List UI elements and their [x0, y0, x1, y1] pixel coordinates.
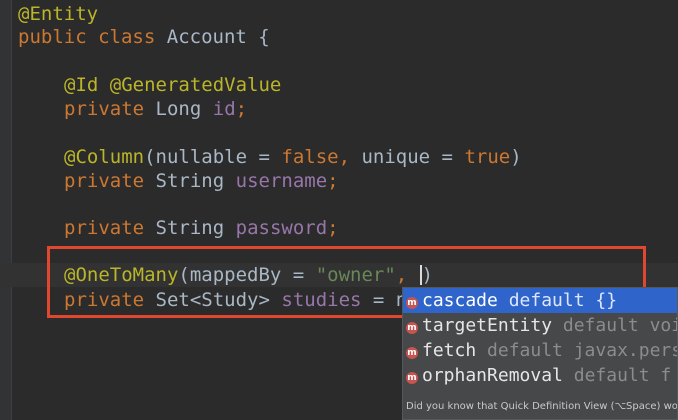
- field-type: String: [155, 170, 225, 192]
- field-type: String: [155, 217, 225, 239]
- equals: =: [430, 146, 465, 168]
- equals: =: [247, 146, 282, 168]
- column-annotation: @Column: [64, 146, 145, 168]
- completion-item-fetch[interactable]: mfetch default javax.persist: [403, 338, 677, 363]
- method-icon: m: [406, 347, 418, 359]
- code-line-4: private Long id;: [64, 97, 247, 121]
- code-line-7: private String password;: [64, 216, 339, 240]
- semicolon: ;: [327, 170, 339, 192]
- field-name: password: [235, 217, 328, 239]
- completion-detail: default f: [562, 365, 672, 386]
- autocomplete-popup[interactable]: m cascade default {} m targetEntity defaul…: [402, 287, 678, 420]
- field-name: id: [212, 98, 236, 120]
- semicolon: ;: [327, 217, 339, 239]
- completion-name: orphanRemoval: [422, 365, 563, 386]
- field-type: Long: [155, 98, 202, 120]
- value-false: false: [281, 146, 339, 168]
- field-name: username: [235, 170, 328, 192]
- quick-definition-hint: Did you know that Quick Definition View …: [403, 395, 677, 419]
- open-paren: (: [144, 146, 156, 168]
- code-line-6: private String username;: [64, 169, 339, 193]
- param-nullable: nullable: [155, 146, 248, 168]
- private-keyword: private: [64, 170, 145, 192]
- entity-annotation: @Entity: [18, 3, 99, 25]
- method-icon: m: [406, 297, 418, 309]
- completion-item-cascade[interactable]: m cascade default {}: [403, 288, 677, 313]
- public-keyword: public: [18, 26, 87, 48]
- completion-item-orphan-removal[interactable]: m orphanRemoval default f: [403, 363, 677, 388]
- class-name: Account: [166, 26, 247, 48]
- value-true: true: [464, 146, 511, 168]
- code-line-1: @Entity: [18, 2, 98, 26]
- completion-name: cascade: [422, 290, 498, 311]
- private-keyword: private: [64, 217, 145, 239]
- open-brace: {: [258, 26, 270, 48]
- completion-detail: default {}: [497, 290, 618, 311]
- generated-value-annotation: @GeneratedValue: [109, 74, 282, 96]
- id-annotation: @Id: [64, 74, 99, 96]
- class-keyword: class: [98, 26, 156, 48]
- completion-name: targetEntity: [422, 315, 553, 336]
- completion-detail: default void: [562, 315, 677, 336]
- semicolon: ;: [235, 98, 248, 120]
- close-paren: ): [510, 146, 522, 168]
- code-line-3: @Id @GeneratedValue: [64, 73, 281, 97]
- comma: ,: [338, 146, 362, 168]
- completion-item-target-entity[interactable]: m targetEntity default void: [403, 313, 677, 338]
- method-icon: m: [406, 372, 418, 384]
- completion-detail: default javax.persist: [487, 340, 677, 361]
- code-line-5: @Column(nullable = false, unique = true): [64, 145, 522, 169]
- param-unique: unique: [361, 146, 431, 168]
- completion-name: fetch: [422, 340, 477, 361]
- method-icon: m: [406, 322, 418, 334]
- private-keyword: private: [64, 98, 145, 120]
- code-line-2: public class Account {: [18, 25, 270, 49]
